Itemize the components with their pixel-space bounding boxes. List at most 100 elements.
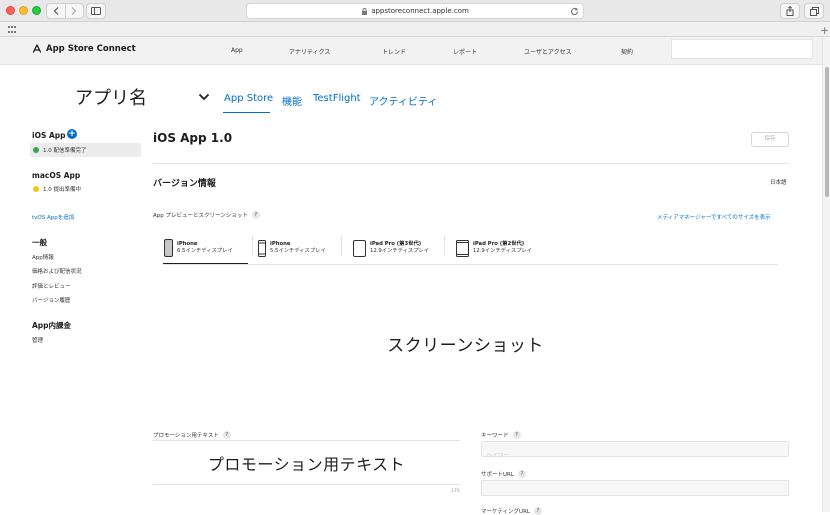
minimize-window-button[interactable]: [19, 6, 28, 15]
sidebar-item-manage[interactable]: 管理: [32, 336, 43, 344]
logo-text: App Store Connect: [46, 44, 136, 54]
ready-status-dot: [33, 147, 39, 153]
device-tab-ipad-pro-3[interactable]: iPad Pro (第3世代) 12.9インチディスプレイ: [353, 232, 429, 264]
media-manager-link[interactable]: メディアマネージャーですべてのサイズを表示: [657, 213, 771, 221]
tab-overview-button[interactable]: [804, 3, 824, 19]
language-selector[interactable]: 日本語: [770, 178, 787, 186]
add-tvos-app-link[interactable]: tvOS Appを追加: [32, 213, 74, 221]
macos-version-label: 1.0 提出準備中: [43, 187, 81, 193]
lock-icon: [362, 7, 368, 15]
sidebar-item-pricing[interactable]: 価格および配信状況: [32, 267, 82, 275]
marketing-url-label: マーケティングURL ?: [481, 507, 542, 515]
promo-label: プロモーション用テキスト ?: [153, 431, 231, 439]
device-size: 12.9インチディスプレイ: [370, 248, 430, 254]
device-tab-iphone-65[interactable]: iPhone 6.5インチディスプレイ: [164, 232, 233, 264]
promo-text-area[interactable]: プロモーション用テキスト: [153, 440, 460, 485]
address-bar[interactable]: appstoreconnect.apple.com: [246, 3, 584, 19]
ipad-icon: [353, 239, 366, 257]
sidebar-ios-version[interactable]: 1.0 配信準備完了: [30, 143, 141, 157]
device-name: iPhone: [270, 241, 291, 247]
tab-testflight[interactable]: TestFlight: [313, 93, 361, 104]
app-store-icon: [32, 44, 42, 53]
new-tab-plus-icon[interactable]: +: [820, 24, 829, 37]
help-icon[interactable]: ?: [251, 211, 260, 219]
chevron-down-icon[interactable]: [198, 93, 210, 101]
screenshot-drop-area[interactable]: スクリーンショット: [153, 266, 778, 421]
ios-version-label: 1.0 配信準備完了: [43, 148, 87, 154]
back-button[interactable]: [47, 4, 65, 18]
ipad-icon: [456, 239, 469, 257]
support-url-label: サポートURL ?: [481, 470, 526, 478]
support-url-label-text: サポートURL: [481, 472, 514, 478]
share-button[interactable]: [780, 3, 800, 19]
device-tab-iphone-55[interactable]: iPhone 5.5インチディスプレイ: [258, 232, 326, 264]
keyword-input[interactable]: [482, 449, 788, 463]
help-icon[interactable]: ?: [517, 470, 526, 478]
help-icon[interactable]: ?: [222, 431, 231, 439]
share-icon: [786, 6, 794, 16]
iphone-icon: [258, 239, 266, 257]
page-title: iOS App 1.0: [153, 131, 233, 145]
sidebar-toggle-button[interactable]: [86, 3, 106, 19]
app-name-title: アプリ名: [75, 88, 147, 109]
nav-app[interactable]: App: [231, 47, 243, 54]
support-url-field[interactable]: [481, 480, 789, 502]
sidebar-iap-heading: App内課金: [32, 321, 72, 330]
help-icon[interactable]: ?: [533, 507, 542, 515]
screenshot-placeholder: スクリーンショット: [387, 336, 544, 356]
sidebar-item-app-info[interactable]: App情報: [32, 253, 54, 261]
sidebar-icon: [91, 7, 101, 15]
add-ios-version-button[interactable]: +: [67, 129, 77, 139]
promo-placeholder: プロモーション用テキスト: [207, 454, 406, 474]
iphone-icon: [164, 239, 173, 257]
divider: [341, 236, 342, 256]
tab-features[interactable]: 機能: [282, 93, 302, 108]
divider: [163, 264, 778, 265]
preview-label: App プレビューとスクリーンショット ?: [153, 211, 260, 219]
history-nav-group: [46, 3, 84, 19]
sidebar-ios-heading: iOS App: [32, 131, 66, 140]
nav-reports[interactable]: レポート: [453, 47, 477, 56]
divider: [153, 163, 789, 164]
nav-trends[interactable]: トレンド: [382, 47, 406, 56]
version-info-heading: バージョン情報: [153, 179, 216, 189]
pending-status-dot: [33, 186, 39, 192]
forward-button[interactable]: [64, 4, 83, 18]
tab-app-store[interactable]: App Store: [224, 93, 273, 104]
keyword-field[interactable]: [481, 441, 789, 463]
header-search-field[interactable]: [671, 39, 813, 59]
device-name: iPhone: [177, 241, 198, 247]
save-button[interactable]: 保存: [751, 132, 789, 147]
device-size: 5.5インチディスプレイ: [270, 248, 326, 254]
keyword-label: キーワード ?: [481, 431, 521, 439]
active-device-indicator: [163, 263, 248, 264]
chevron-right-icon: [72, 7, 77, 15]
device-tab-ipad-pro-2[interactable]: iPad Pro (第2世代) 12.9インチディスプレイ: [456, 232, 532, 264]
nav-users-access[interactable]: ユーザとアクセス: [524, 47, 572, 56]
promo-label-text: プロモーション用テキスト: [153, 433, 219, 439]
browser-toolbar: appstoreconnect.apple.com: [0, 0, 830, 22]
sidebar-item-ratings[interactable]: 評価とレビュー: [32, 282, 71, 290]
promo-char-count: 170: [451, 489, 460, 494]
divider: [252, 236, 253, 256]
reload-icon[interactable]: [570, 7, 579, 16]
favorites-bar: +: [0, 22, 830, 37]
support-url-input[interactable]: [482, 488, 788, 502]
nav-analytics[interactable]: アナリティクス: [289, 47, 330, 56]
help-icon[interactable]: ?: [512, 431, 521, 439]
page-scrollbar[interactable]: [822, 37, 830, 512]
url-text: appstoreconnect.apple.com: [371, 7, 469, 15]
sidebar-item-version-history[interactable]: バージョン履歴: [32, 296, 70, 304]
sidebar-macos-version[interactable]: 1.0 提出準備中: [30, 182, 141, 196]
device-size: 6.5インチディスプレイ: [177, 248, 233, 254]
zoom-window-button[interactable]: [32, 6, 41, 15]
tab-activity[interactable]: アクティビティ: [369, 93, 437, 108]
grid-icon[interactable]: [8, 26, 16, 33]
nav-agreements[interactable]: 契約: [621, 47, 633, 56]
device-name: iPad Pro (第2世代): [473, 241, 525, 247]
device-size: 12.9インチディスプレイ: [473, 248, 533, 254]
keyword-label-text: キーワード: [481, 433, 509, 439]
asc-logo[interactable]: App Store Connect: [32, 44, 136, 54]
scrollbar-thumb[interactable]: [825, 67, 829, 197]
close-window-button[interactable]: [6, 6, 15, 15]
